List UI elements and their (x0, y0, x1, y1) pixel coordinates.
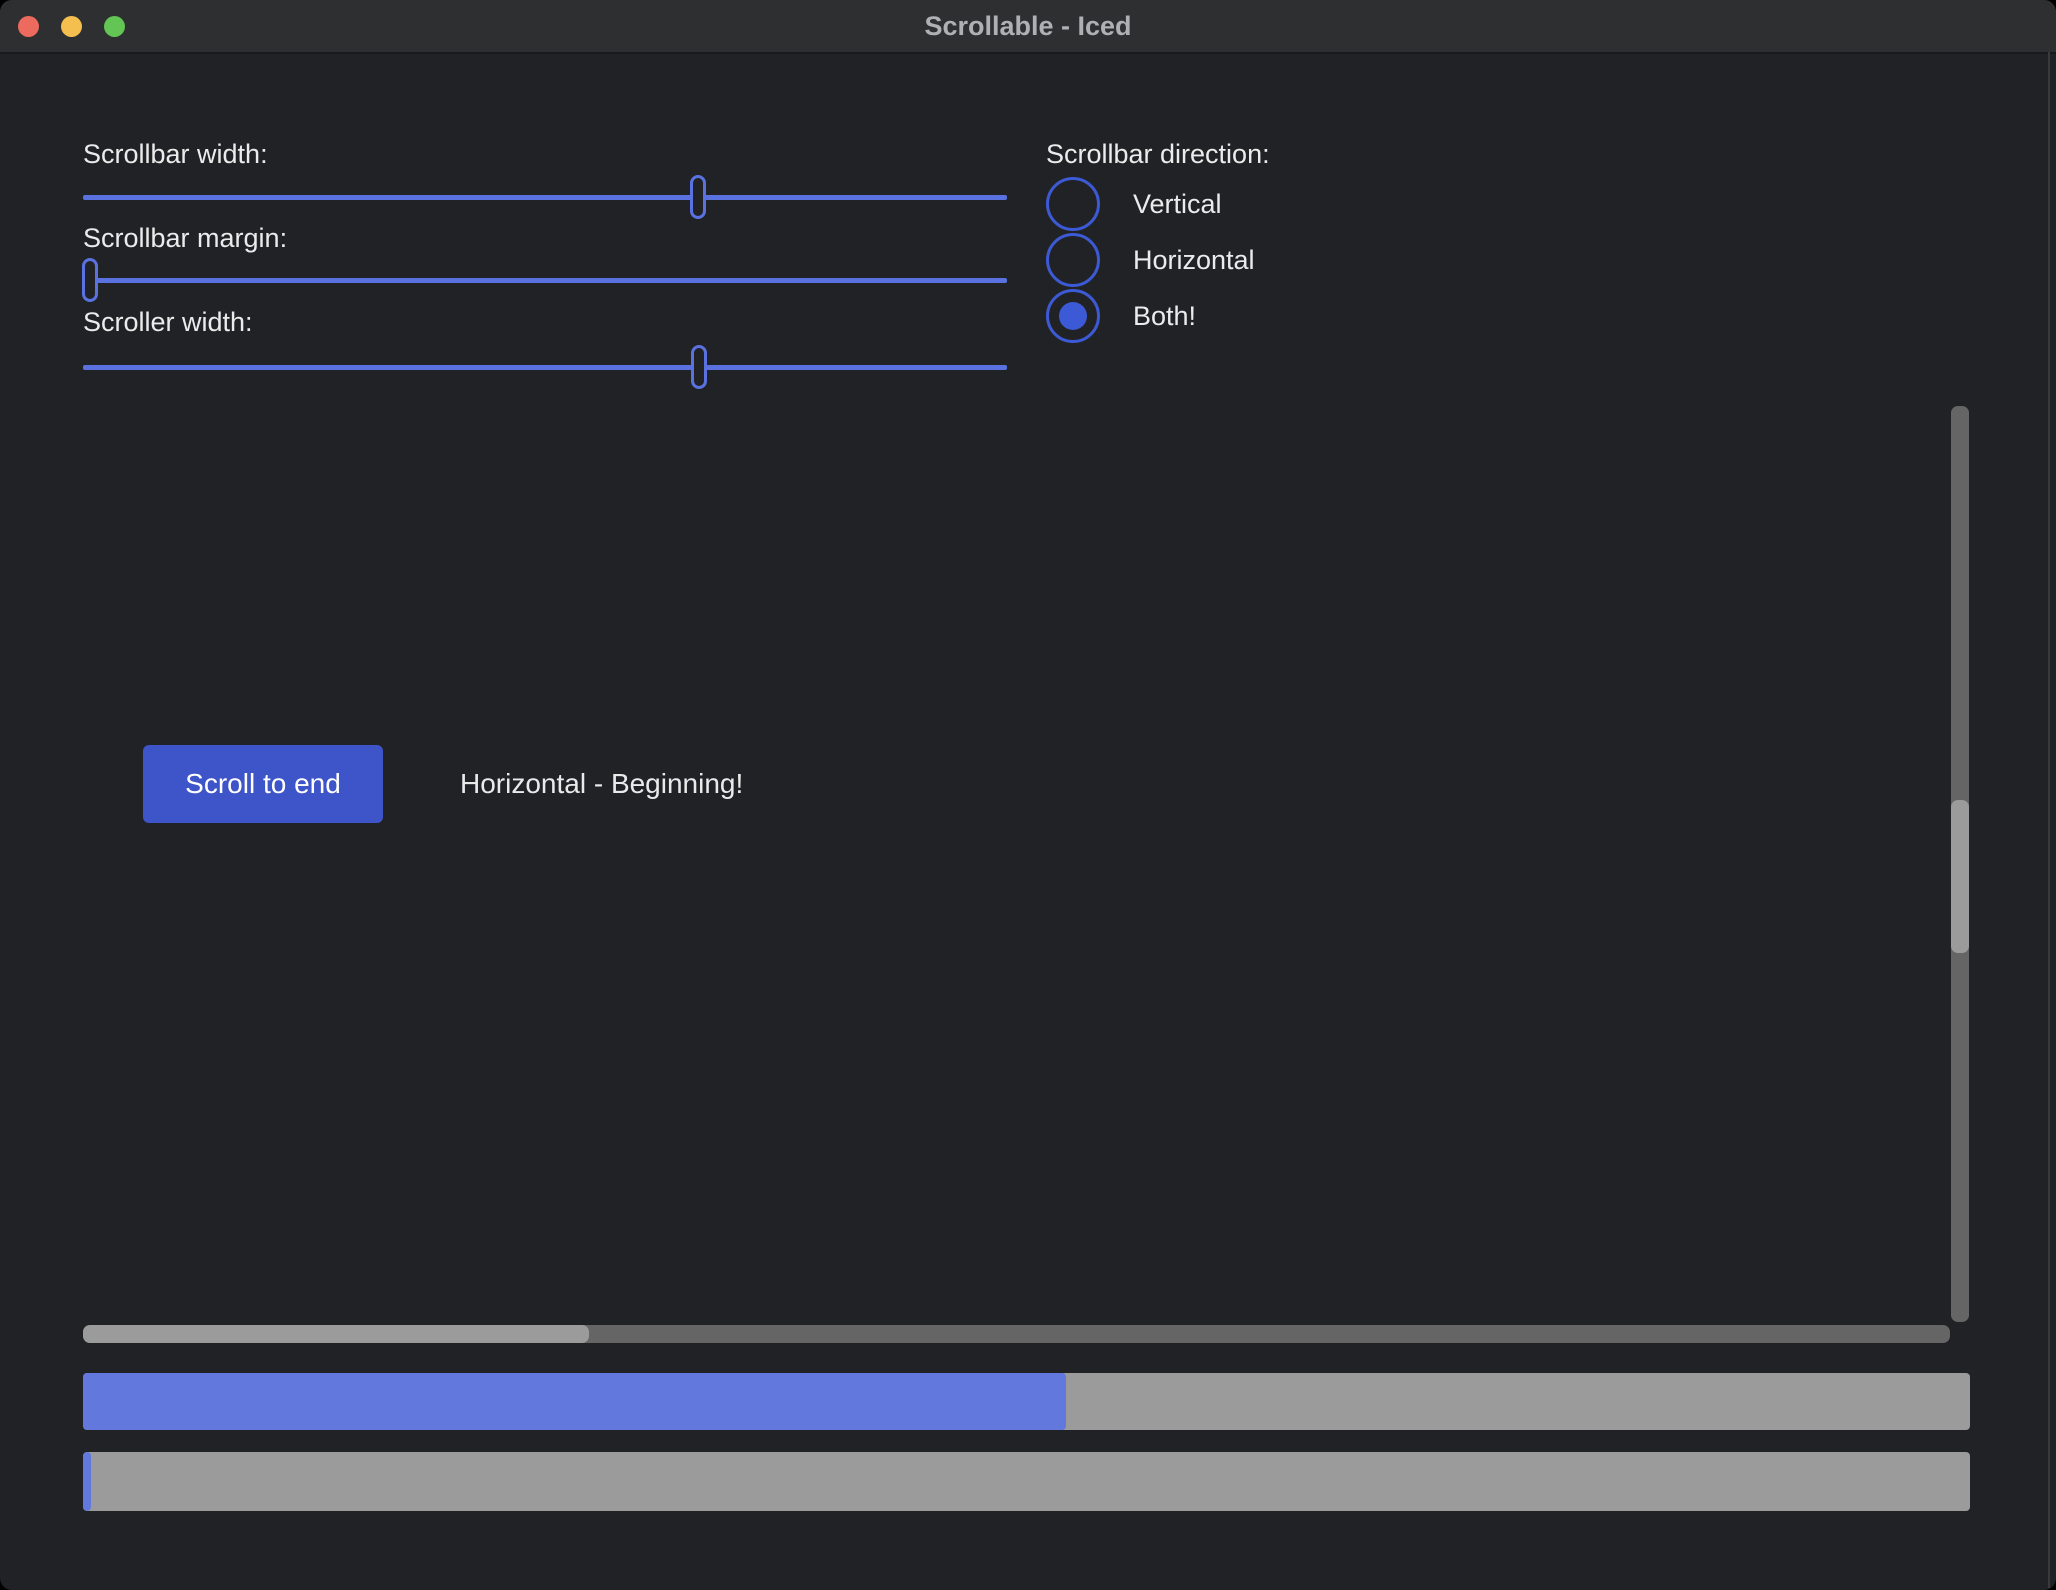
zoom-button[interactable] (104, 16, 125, 37)
horizontal-scrollbar-thumb[interactable] (83, 1325, 589, 1343)
window-right-edge (2048, 52, 2050, 1588)
vertical-scrollbar-thumb[interactable] (1951, 800, 1969, 953)
scrollbar-width-label: Scrollbar width: (83, 138, 268, 170)
slider-handle[interactable] (691, 345, 707, 389)
scroll-to-end-button[interactable]: Scroll to end (143, 745, 383, 823)
slider-rail[interactable] (83, 278, 1007, 283)
window-title: Scrollable - Iced (924, 11, 1131, 42)
horizontal-progress-bar (83, 1373, 1970, 1430)
scrollbar-direction-label: Scrollbar direction: (1046, 138, 1270, 170)
progress-fill (83, 1373, 1066, 1430)
scrollbar-width-slider[interactable] (83, 175, 1007, 219)
slider-handle[interactable] (82, 258, 98, 302)
radio-circle-icon[interactable] (1046, 289, 1100, 343)
radio-both[interactable]: Both! (1046, 289, 1196, 343)
traffic-lights (0, 0, 125, 52)
scroller-width-slider[interactable] (83, 345, 1007, 389)
radio-label: Horizontal (1133, 245, 1255, 276)
radio-circle-icon[interactable] (1046, 177, 1100, 231)
radio-circle-icon[interactable] (1046, 233, 1100, 287)
scroll-status-text: Horizontal - Beginning! (460, 745, 743, 823)
app-window: Scrollable - Iced Scrollbar width: Scrol… (0, 0, 2056, 1590)
radio-label: Vertical (1133, 189, 1222, 220)
slider-handle[interactable] (690, 175, 706, 219)
progress-fill (83, 1452, 91, 1511)
radio-horizontal[interactable]: Horizontal (1046, 233, 1255, 287)
minimize-button[interactable] (61, 16, 82, 37)
scrollbar-margin-label: Scrollbar margin: (83, 222, 287, 254)
radio-vertical[interactable]: Vertical (1046, 177, 1222, 231)
slider-rail[interactable] (83, 365, 1007, 370)
close-button[interactable] (18, 16, 39, 37)
slider-rail[interactable] (83, 195, 1007, 200)
horizontal-scrollbar-track[interactable] (83, 1325, 1950, 1343)
scroller-width-label: Scroller width: (83, 306, 253, 338)
titlebar: Scrollable - Iced (0, 0, 2056, 54)
radio-label: Both! (1133, 301, 1196, 332)
scrollbar-margin-slider[interactable] (83, 258, 1007, 302)
vertical-progress-bar (83, 1452, 1970, 1511)
vertical-scrollbar-track[interactable] (1951, 406, 1969, 1322)
